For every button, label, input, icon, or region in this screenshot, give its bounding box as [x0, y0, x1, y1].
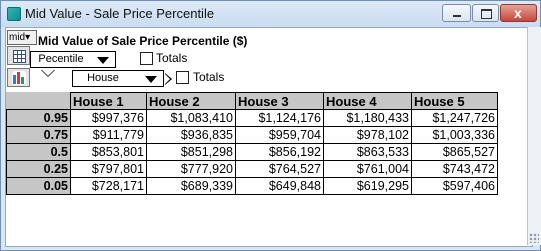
- table-cell[interactable]: $761,004: [323, 160, 412, 178]
- table-cell[interactable]: $777,920: [146, 160, 236, 178]
- pivot-down-arrow-icon[interactable]: [41, 70, 55, 77]
- table-cell[interactable]: $997,376: [70, 109, 147, 127]
- close-icon: x: [514, 5, 522, 21]
- table-cell[interactable]: $863,533: [323, 143, 412, 161]
- row-index-label: Pecentile: [38, 53, 84, 65]
- bar-chart-icon: [12, 71, 26, 85]
- table-cell[interactable]: $959,704: [235, 126, 324, 144]
- row-totals-checkbox[interactable]: [140, 52, 153, 65]
- table-row: 0.95 $997,376 $1,083,410 $1,124,176 $1,1…: [6, 109, 498, 127]
- close-button[interactable]: x: [500, 4, 537, 22]
- window-title: Mid Value - Sale Price Percentile: [25, 6, 215, 21]
- chevron-down-icon: [97, 57, 109, 64]
- table-cell[interactable]: $689,339: [146, 177, 236, 195]
- table-cell[interactable]: $851,298: [146, 143, 236, 161]
- table-cell[interactable]: $936,835: [146, 126, 236, 144]
- table-grid-icon: [13, 50, 26, 63]
- table-row: 0.5 $853,801 $851,298 $856,192 $863,533 …: [6, 143, 498, 161]
- header-row: House 1 House 2 House 3 House 4 House 5: [6, 92, 498, 110]
- table-cell[interactable]: $743,472: [411, 160, 498, 178]
- column-header[interactable]: House 5: [411, 92, 498, 110]
- table-cell[interactable]: $978,102: [323, 126, 412, 144]
- minimize-button[interactable]: [442, 4, 471, 22]
- mid-value-menu[interactable]: mid▾: [7, 30, 37, 45]
- resize-grip-icon[interactable]: [529, 233, 539, 243]
- table-cell[interactable]: $1,003,336: [411, 126, 498, 144]
- pivot-right-arrow-icon[interactable]: [165, 73, 172, 85]
- table-cell[interactable]: $865,527: [411, 143, 498, 161]
- column-totals-label: Totals: [193, 70, 225, 84]
- table-controls: mid▾ Mid Value of Sale Price Percentile …: [6, 28, 532, 91]
- table-cell[interactable]: $797,801: [70, 160, 147, 178]
- table-cell[interactable]: $649,848: [235, 177, 324, 195]
- vertical-scrollbar[interactable]: [527, 27, 541, 245]
- row-header[interactable]: 0.95: [6, 109, 71, 127]
- table-cell[interactable]: $1,247,726: [411, 109, 498, 127]
- column-totals-checkbox[interactable]: [176, 71, 189, 84]
- row-header[interactable]: 0.5: [6, 143, 71, 161]
- column-header[interactable]: House 4: [323, 92, 412, 110]
- column-index-label: House: [87, 72, 119, 84]
- title-bar[interactable]: Mid Value - Sale Price Percentile x: [1, 1, 540, 27]
- table-cell[interactable]: $1,124,176: [235, 109, 324, 127]
- row-totals-label: Totals: [156, 51, 188, 65]
- table-row: 0.05 $728,171 $689,339 $649,848 $619,295…: [6, 177, 498, 195]
- chevron-down-icon: [145, 76, 157, 83]
- table-cell[interactable]: $1,083,410: [146, 109, 236, 127]
- row-header[interactable]: 0.05: [6, 177, 71, 195]
- column-header[interactable]: House 3: [235, 92, 324, 110]
- table-cell[interactable]: $597,406: [411, 177, 498, 195]
- chart-view-button[interactable]: [7, 68, 30, 87]
- row-header[interactable]: 0.25: [6, 160, 71, 178]
- table-cell[interactable]: $856,192: [235, 143, 324, 161]
- table-heading: Mid Value of Sale Price Percentile ($): [38, 34, 248, 48]
- table-cell[interactable]: $853,801: [70, 143, 147, 161]
- table-row: 0.25 $797,801 $777,920 $764,527 $761,004…: [6, 160, 498, 178]
- table-cell[interactable]: $1,180,433: [323, 109, 412, 127]
- table-cell[interactable]: $764,527: [235, 160, 324, 178]
- column-header[interactable]: House 2: [146, 92, 236, 110]
- result-table: House 1 House 2 House 3 House 4 House 5 …: [6, 92, 498, 195]
- column-header[interactable]: House 1: [70, 92, 147, 110]
- row-header[interactable]: 0.75: [6, 126, 71, 144]
- minimize-icon: [453, 15, 461, 17]
- row-index-dropdown[interactable]: Pecentile: [30, 51, 116, 68]
- app-icon[interactable]: [7, 7, 21, 21]
- corner-cell: [6, 92, 71, 110]
- table-cell[interactable]: $619,295: [323, 177, 412, 195]
- table-cell[interactable]: $911,779: [70, 126, 147, 144]
- column-index-dropdown[interactable]: House: [72, 70, 164, 87]
- table-cell[interactable]: $728,171: [70, 177, 147, 195]
- table-view-button[interactable]: [7, 46, 30, 65]
- table-view: mid▾ Mid Value of Sale Price Percentile …: [5, 27, 533, 247]
- table-row: 0.75 $911,779 $936,835 $959,704 $978,102…: [6, 126, 498, 144]
- maximize-button[interactable]: [472, 4, 499, 22]
- maximize-icon: [481, 9, 492, 19]
- app-window: Mid Value - Sale Price Percentile x mid▾: [0, 0, 541, 251]
